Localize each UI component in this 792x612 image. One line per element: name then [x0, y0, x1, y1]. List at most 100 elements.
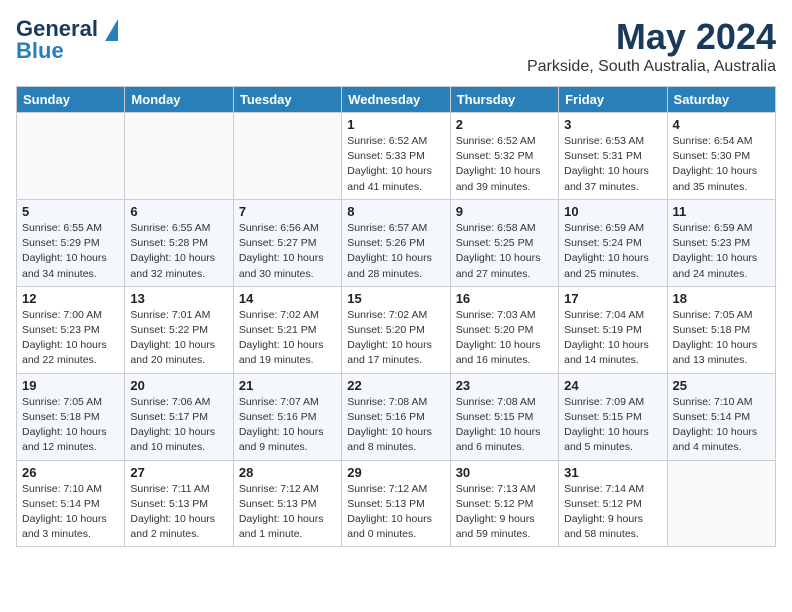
day-info: Sunrise: 6:57 AM Sunset: 5:26 PM Dayligh… — [347, 221, 444, 282]
day-number: 29 — [347, 465, 444, 480]
logo-triangle-icon — [105, 19, 118, 41]
day-info: Sunrise: 7:12 AM Sunset: 5:13 PM Dayligh… — [239, 482, 336, 543]
day-info: Sunrise: 7:01 AM Sunset: 5:22 PM Dayligh… — [130, 308, 227, 369]
calendar-cell: 16 Sunrise: 7:03 AM Sunset: 5:20 PM Dayli… — [450, 286, 558, 373]
day-info: Sunrise: 7:12 AM Sunset: 5:13 PM Dayligh… — [347, 482, 444, 543]
day-info: Sunrise: 6:54 AM Sunset: 5:30 PM Dayligh… — [673, 134, 770, 195]
calendar-cell: 17 Sunrise: 7:04 AM Sunset: 5:19 PM Dayli… — [559, 286, 667, 373]
weekday-header-thursday: Thursday — [450, 87, 558, 113]
calendar-cell: 28 Sunrise: 7:12 AM Sunset: 5:13 PM Dayli… — [233, 460, 341, 547]
calendar-cell — [17, 113, 125, 200]
day-info: Sunrise: 7:08 AM Sunset: 5:16 PM Dayligh… — [347, 395, 444, 456]
day-number: 16 — [456, 291, 553, 306]
day-info: Sunrise: 7:02 AM Sunset: 5:21 PM Dayligh… — [239, 308, 336, 369]
day-number: 21 — [239, 378, 336, 393]
calendar-cell — [125, 113, 233, 200]
day-info: Sunrise: 6:59 AM Sunset: 5:24 PM Dayligh… — [564, 221, 661, 282]
day-info: Sunrise: 6:52 AM Sunset: 5:33 PM Dayligh… — [347, 134, 444, 195]
calendar-table: SundayMondayTuesdayWednesdayThursdayFrid… — [16, 86, 776, 547]
day-info: Sunrise: 7:10 AM Sunset: 5:14 PM Dayligh… — [22, 482, 119, 543]
day-number: 28 — [239, 465, 336, 480]
day-number: 26 — [22, 465, 119, 480]
day-info: Sunrise: 6:55 AM Sunset: 5:29 PM Dayligh… — [22, 221, 119, 282]
weekday-header-saturday: Saturday — [667, 87, 775, 113]
day-number: 17 — [564, 291, 661, 306]
weekday-header-monday: Monday — [125, 87, 233, 113]
calendar-cell: 25 Sunrise: 7:10 AM Sunset: 5:14 PM Dayli… — [667, 373, 775, 460]
day-number: 5 — [22, 204, 119, 219]
calendar-cell: 4 Sunrise: 6:54 AM Sunset: 5:30 PM Daylig… — [667, 113, 775, 200]
day-info: Sunrise: 6:52 AM Sunset: 5:32 PM Dayligh… — [456, 134, 553, 195]
day-number: 30 — [456, 465, 553, 480]
day-number: 22 — [347, 378, 444, 393]
calendar-cell: 7Sunrise: 6:56 AM Sunset: 5:27 PM Daylig… — [233, 199, 341, 286]
calendar-cell: 24 Sunrise: 7:09 AM Sunset: 5:15 PM Dayli… — [559, 373, 667, 460]
calendar-cell: 1Sunrise: 6:52 AM Sunset: 5:33 PM Daylig… — [342, 113, 450, 200]
calendar-cell: 13Sunrise: 7:01 AM Sunset: 5:22 PM Dayli… — [125, 286, 233, 373]
calendar-body: 1Sunrise: 6:52 AM Sunset: 5:33 PM Daylig… — [17, 113, 776, 547]
day-number: 25 — [673, 378, 770, 393]
calendar-cell: 27Sunrise: 7:11 AM Sunset: 5:13 PM Dayli… — [125, 460, 233, 547]
day-info: Sunrise: 6:55 AM Sunset: 5:28 PM Dayligh… — [130, 221, 227, 282]
day-number: 11 — [673, 204, 770, 219]
logo-blue: Blue — [16, 38, 64, 64]
calendar-cell — [233, 113, 341, 200]
day-info: Sunrise: 7:08 AM Sunset: 5:15 PM Dayligh… — [456, 395, 553, 456]
day-info: Sunrise: 7:04 AM Sunset: 5:19 PM Dayligh… — [564, 308, 661, 369]
calendar-week-row: 12Sunrise: 7:00 AM Sunset: 5:23 PM Dayli… — [17, 286, 776, 373]
day-number: 9 — [456, 204, 553, 219]
day-info: Sunrise: 7:09 AM Sunset: 5:15 PM Dayligh… — [564, 395, 661, 456]
calendar-cell: 31 Sunrise: 7:14 AM Sunset: 5:12 PM Dayli… — [559, 460, 667, 547]
calendar-week-row: 26 Sunrise: 7:10 AM Sunset: 5:14 PM Dayli… — [17, 460, 776, 547]
day-number: 18 — [673, 291, 770, 306]
calendar-cell: 12Sunrise: 7:00 AM Sunset: 5:23 PM Dayli… — [17, 286, 125, 373]
weekday-header-sunday: Sunday — [17, 87, 125, 113]
calendar-cell: 14 Sunrise: 7:02 AM Sunset: 5:21 PM Dayli… — [233, 286, 341, 373]
calendar-cell: 6 Sunrise: 6:55 AM Sunset: 5:28 PM Daylig… — [125, 199, 233, 286]
day-info: Sunrise: 6:53 AM Sunset: 5:31 PM Dayligh… — [564, 134, 661, 195]
calendar-week-row: 19 Sunrise: 7:05 AM Sunset: 5:18 PM Dayli… — [17, 373, 776, 460]
day-info: Sunrise: 7:10 AM Sunset: 5:14 PM Dayligh… — [673, 395, 770, 456]
day-info: Sunrise: 7:07 AM Sunset: 5:16 PM Dayligh… — [239, 395, 336, 456]
day-number: 15 — [347, 291, 444, 306]
calendar-cell: 30Sunrise: 7:13 AM Sunset: 5:12 PM Dayli… — [450, 460, 558, 547]
day-info: Sunrise: 7:05 AM Sunset: 5:18 PM Dayligh… — [22, 395, 119, 456]
day-number: 4 — [673, 117, 770, 132]
day-number: 2 — [456, 117, 553, 132]
calendar-title: May 2024 — [527, 16, 776, 58]
day-number: 14 — [239, 291, 336, 306]
day-info: Sunrise: 7:00 AM Sunset: 5:23 PM Dayligh… — [22, 308, 119, 369]
calendar-cell — [667, 460, 775, 547]
calendar-cell: 26 Sunrise: 7:10 AM Sunset: 5:14 PM Dayli… — [17, 460, 125, 547]
calendar-week-row: 5 Sunrise: 6:55 AM Sunset: 5:29 PM Daylig… — [17, 199, 776, 286]
day-number: 24 — [564, 378, 661, 393]
calendar-cell: 19 Sunrise: 7:05 AM Sunset: 5:18 PM Dayli… — [17, 373, 125, 460]
day-number: 27 — [130, 465, 227, 480]
day-number: 3 — [564, 117, 661, 132]
day-number: 10 — [564, 204, 661, 219]
calendar-cell: 29 Sunrise: 7:12 AM Sunset: 5:13 PM Dayli… — [342, 460, 450, 547]
weekday-header-row: SundayMondayTuesdayWednesdayThursdayFrid… — [17, 87, 776, 113]
day-info: Sunrise: 6:56 AM Sunset: 5:27 PM Dayligh… — [239, 221, 336, 282]
calendar-subtitle: Parkside, South Australia, Australia — [527, 58, 776, 76]
calendar-cell: 22 Sunrise: 7:08 AM Sunset: 5:16 PM Dayli… — [342, 373, 450, 460]
weekday-header-tuesday: Tuesday — [233, 87, 341, 113]
day-number: 23 — [456, 378, 553, 393]
day-number: 31 — [564, 465, 661, 480]
weekday-header-friday: Friday — [559, 87, 667, 113]
calendar-cell: 18Sunrise: 7:05 AM Sunset: 5:18 PM Dayli… — [667, 286, 775, 373]
calendar-cell: 15 Sunrise: 7:02 AM Sunset: 5:20 PM Dayli… — [342, 286, 450, 373]
day-number: 8 — [347, 204, 444, 219]
day-number: 19 — [22, 378, 119, 393]
calendar-week-row: 1Sunrise: 6:52 AM Sunset: 5:33 PM Daylig… — [17, 113, 776, 200]
calendar-cell: 3 Sunrise: 6:53 AM Sunset: 5:31 PM Daylig… — [559, 113, 667, 200]
day-info: Sunrise: 7:06 AM Sunset: 5:17 PM Dayligh… — [130, 395, 227, 456]
calendar-cell: 21 Sunrise: 7:07 AM Sunset: 5:16 PM Dayli… — [233, 373, 341, 460]
calendar-cell: 2 Sunrise: 6:52 AM Sunset: 5:32 PM Daylig… — [450, 113, 558, 200]
day-info: Sunrise: 7:03 AM Sunset: 5:20 PM Dayligh… — [456, 308, 553, 369]
day-info: Sunrise: 7:02 AM Sunset: 5:20 PM Dayligh… — [347, 308, 444, 369]
calendar-header: SundayMondayTuesdayWednesdayThursdayFrid… — [17, 87, 776, 113]
calendar-cell: 23 Sunrise: 7:08 AM Sunset: 5:15 PM Dayli… — [450, 373, 558, 460]
day-info: Sunrise: 7:14 AM Sunset: 5:12 PM Dayligh… — [564, 482, 661, 543]
day-number: 6 — [130, 204, 227, 219]
